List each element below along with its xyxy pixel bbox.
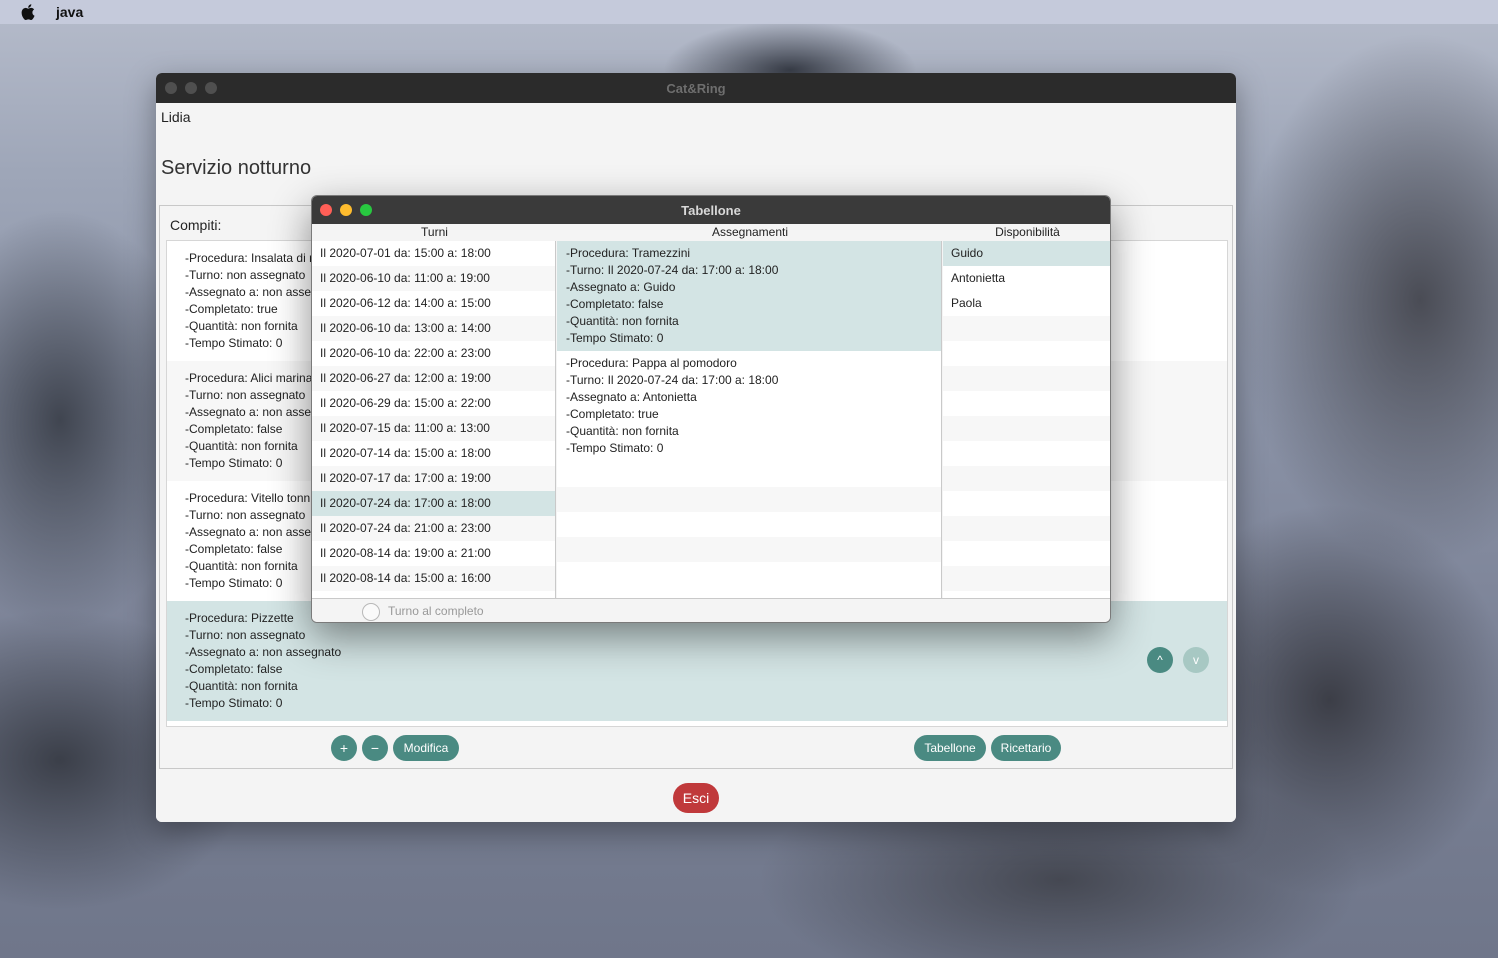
- turno-item[interactable]: Il 2020-07-24 da: 21:00 a: 23:00: [312, 516, 555, 541]
- empty-row: [557, 537, 941, 562]
- turno-item[interactable]: Il 2020-06-10 da: 22:00 a: 23:00: [312, 341, 555, 366]
- disponibilita-item-selected[interactable]: Guido: [943, 241, 1110, 266]
- header-assegnamenti: Assegnamenti: [711, 225, 789, 239]
- empty-row: [943, 416, 1110, 441]
- assegnamenti-list[interactable]: -Procedura: Tramezzini -Turno: Il 2020-0…: [557, 241, 942, 598]
- turno-completo-checkbox[interactable]: [362, 603, 380, 621]
- page-title: Servizio notturno: [161, 157, 312, 179]
- disponibilita-list[interactable]: Guido Antonietta Paola: [943, 241, 1110, 598]
- dialog-footer: Turno al completo: [312, 598, 1110, 622]
- assign-line: -Assegnato a: Antonietta: [566, 390, 697, 404]
- zoom-button[interactable]: [205, 82, 217, 94]
- dialog-title: Tabellone: [681, 202, 741, 218]
- apple-icon[interactable]: [20, 3, 36, 21]
- dialog-titlebar[interactable]: Tabellone: [312, 196, 1110, 224]
- header-turni: Turni: [421, 225, 448, 239]
- assign-line: -Quantità: non fornita: [566, 314, 679, 328]
- empty-row: [943, 466, 1110, 491]
- turno-item[interactable]: Il 2020-08-14 da: 15:00 a: 16:00: [312, 566, 555, 591]
- tabellone-dialog: Tabellone Turni Assegnamenti Disponibili…: [311, 195, 1111, 623]
- assign-line: -Turno: Il 2020-07-24 da: 17:00 a: 18:00: [566, 373, 779, 387]
- empty-row: [943, 566, 1110, 591]
- empty-row: [557, 562, 941, 587]
- close-button[interactable]: [165, 82, 177, 94]
- empty-row: [943, 516, 1110, 541]
- empty-row: [557, 487, 941, 512]
- column-headers: Turni Assegnamenti Disponibilità: [312, 224, 1110, 241]
- assign-line: -Assegnato a: Guido: [566, 280, 676, 294]
- disponibilita-item[interactable]: Paola: [943, 291, 1110, 316]
- turno-item[interactable]: Il 2020-07-01 da: 15:00 a: 18:00: [312, 241, 555, 266]
- turno-item[interactable]: Il 2020-07-14 da: 15:00 a: 18:00: [312, 441, 555, 466]
- add-task-button[interactable]: +: [331, 735, 357, 761]
- assign-line: -Tempo Stimato: 0: [566, 331, 664, 345]
- turno-item[interactable]: Il 2020-06-29 da: 15:00 a: 22:00: [312, 391, 555, 416]
- turno-completo-label: Turno al completo: [388, 604, 484, 618]
- move-down-button[interactable]: v: [1183, 647, 1209, 673]
- dialog-close-button[interactable]: [320, 204, 332, 216]
- disponibilita-item[interactable]: Antonietta: [943, 266, 1110, 291]
- empty-row: [943, 441, 1110, 466]
- turno-item[interactable]: Il 2020-07-17 da: 17:00 a: 19:00: [312, 466, 555, 491]
- empty-row: [943, 341, 1110, 366]
- ricettario-button[interactable]: Ricettario: [991, 735, 1061, 761]
- dialog-zoom-button[interactable]: [360, 204, 372, 216]
- turno-item[interactable]: Il 2020-07-15 da: 11:00 a: 13:00: [312, 416, 555, 441]
- task-line: -Completato: false: [185, 662, 283, 676]
- empty-row: [557, 512, 941, 537]
- assegnamento-item-selected[interactable]: -Procedura: Tramezzini -Turno: Il 2020-0…: [557, 241, 941, 351]
- task-line: -Assegnato a: non assegnato: [185, 645, 342, 659]
- assign-line: -Completato: true: [566, 407, 659, 421]
- menu-bar: java: [0, 0, 1498, 24]
- empty-row: [557, 462, 941, 487]
- tabellone-button[interactable]: Tabellone: [914, 735, 986, 761]
- empty-row: [943, 316, 1110, 341]
- turno-item[interactable]: Il 2020-06-27 da: 12:00 a: 19:00: [312, 366, 555, 391]
- main-titlebar[interactable]: Cat&Ring: [156, 73, 1236, 103]
- turni-list[interactable]: Il 2020-07-01 da: 15:00 a: 18:00 Il 2020…: [312, 241, 556, 598]
- turno-item[interactable]: Il 2020-08-14 da: 19:00 a: 21:00: [312, 541, 555, 566]
- remove-task-button[interactable]: −: [362, 735, 388, 761]
- esci-button[interactable]: Esci: [673, 783, 719, 813]
- move-up-button[interactable]: ^: [1147, 647, 1173, 673]
- turno-item[interactable]: Il 2020-06-10 da: 13:00 a: 14:00: [312, 316, 555, 341]
- app-menu-java[interactable]: java: [56, 4, 83, 20]
- compiti-label: Compiti:: [170, 217, 222, 233]
- turno-item-selected[interactable]: Il 2020-07-24 da: 17:00 a: 18:00: [312, 491, 555, 516]
- minimize-button[interactable]: [185, 82, 197, 94]
- turno-item[interactable]: Il 2020-06-12 da: 14:00 a: 15:00: [312, 291, 555, 316]
- dialog-minimize-button[interactable]: [340, 204, 352, 216]
- assign-line: -Completato: false: [566, 297, 664, 311]
- modifica-button[interactable]: Modifica: [393, 735, 459, 761]
- empty-row: [943, 391, 1110, 416]
- task-line: -Quantità: non fornita: [185, 679, 298, 693]
- user-label: Lidia: [161, 109, 191, 125]
- empty-row: [943, 541, 1110, 566]
- task-line: -Turno: non assegnato: [185, 628, 306, 642]
- task-line: -Tempo Stimato: 0: [185, 696, 283, 710]
- turno-item[interactable]: Il 2020-06-10 da: 11:00 a: 19:00: [312, 266, 555, 291]
- assign-line: -Procedura: Pappa al pomodoro: [566, 356, 737, 370]
- assegnamento-item[interactable]: -Procedura: Pappa al pomodoro -Turno: Il…: [557, 351, 941, 462]
- assign-line: -Turno: Il 2020-07-24 da: 17:00 a: 18:00: [566, 263, 779, 277]
- window-title: Cat&Ring: [666, 80, 726, 96]
- header-disponibilita: Disponibilità: [995, 225, 1060, 239]
- assign-line: -Quantità: non fornita: [566, 424, 679, 438]
- assign-line: -Procedura: Tramezzini: [566, 246, 691, 260]
- empty-row: [943, 491, 1110, 516]
- assign-line: -Tempo Stimato: 0: [566, 441, 664, 455]
- empty-row: [943, 366, 1110, 391]
